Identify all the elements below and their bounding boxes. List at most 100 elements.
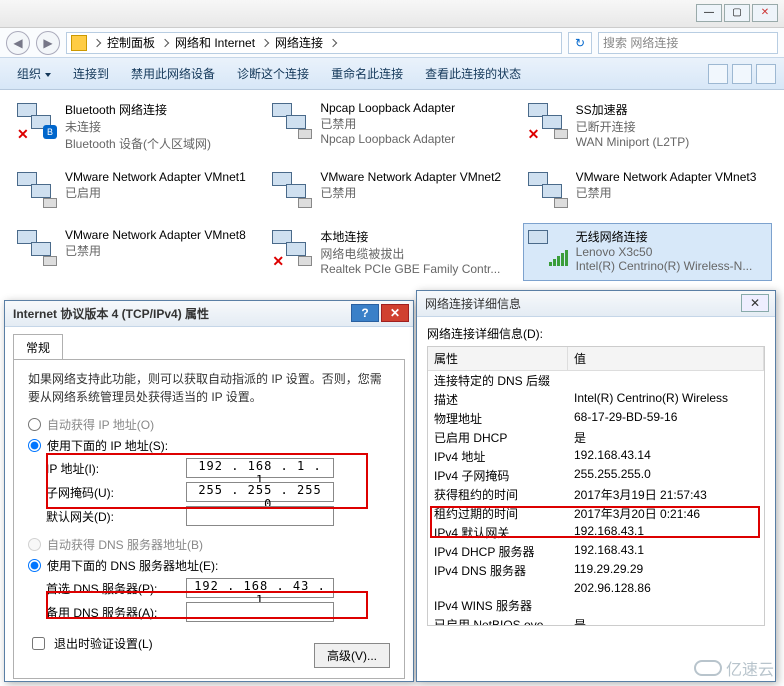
details-row[interactable]: IPv4 地址192.168.43.14: [428, 447, 764, 466]
connection-device: Intel(R) Centrino(R) Wireless-N...: [576, 259, 753, 273]
details-property: IPv4 WINS 服务器: [428, 596, 568, 615]
toolbar-diagnose[interactable]: 诊断这个连接: [228, 60, 318, 87]
details-value: [568, 596, 764, 615]
subnet-mask-input[interactable]: 255 . 255 . 255 . 0: [186, 482, 334, 502]
dns2-input[interactable]: [186, 602, 334, 622]
toolbar-viewstatus[interactable]: 查看此连接的状态: [416, 60, 530, 87]
connection-name: 本地连接: [320, 228, 500, 245]
address-bar: ◀ ▶ 控制面板 网络和 Internet 网络连接 ↻ 搜索 网络连接: [0, 28, 784, 58]
network-adapter-icon: [528, 170, 570, 210]
connection-item[interactable]: ✕本地连接网络电缆被拔出Realtek PCIe GBE Family Cont…: [267, 223, 516, 281]
details-property: IPv4 默认网关: [428, 523, 568, 542]
subnet-mask-label: 子网掩码(U):: [46, 484, 186, 501]
connection-name: VMware Network Adapter VMnet2: [320, 170, 501, 184]
details-property: IPv4 子网掩码: [428, 466, 568, 485]
connection-status: 网络电缆被拔出: [320, 245, 500, 262]
details-row[interactable]: IPv4 子网掩码255.255.255.0: [428, 466, 764, 485]
details-row[interactable]: 物理地址68-17-29-BD-59-16: [428, 409, 764, 428]
gateway-input[interactable]: [186, 506, 334, 526]
details-value: 2017年3月19日 21:57:43: [568, 485, 764, 504]
details-row[interactable]: IPv4 默认网关192.168.43.1: [428, 523, 764, 542]
connection-status: 未连接: [65, 118, 211, 135]
view-icon-1[interactable]: [708, 64, 728, 84]
connection-device: Bluetooth 设备(个人区域网): [65, 135, 211, 152]
details-value: 2017年3月20日 0:21:46: [568, 504, 764, 523]
toolbar-rename[interactable]: 重命名此连接: [322, 60, 412, 87]
toolbar-disable[interactable]: 禁用此网络设备: [122, 60, 224, 87]
refresh-button[interactable]: ↻: [568, 32, 592, 54]
view-icon-2[interactable]: [732, 64, 752, 84]
nav-forward-button[interactable]: ▶: [36, 31, 60, 55]
toolbar-connect[interactable]: 连接到: [64, 60, 118, 87]
details-row[interactable]: 描述Intel(R) Centrino(R) Wireless: [428, 390, 764, 409]
details-row[interactable]: IPv4 DHCP 服务器192.168.43.1: [428, 542, 764, 561]
details-value: 192.168.43.14: [568, 447, 764, 466]
connection-item[interactable]: VMware Network Adapter VMnet3已禁用: [523, 165, 772, 215]
connection-status: 已禁用: [320, 115, 455, 132]
connection-item[interactable]: 无线网络连接Lenovo X3c50Intel(R) Centrino(R) W…: [523, 223, 772, 281]
connection-device: Npcap Loopback Adapter: [320, 132, 455, 146]
details-row[interactable]: 已启用 NetBIOS ove...是: [428, 615, 764, 626]
details-row[interactable]: 202.96.128.86: [428, 580, 764, 596]
ip-address-input[interactable]: 192 . 168 . 1 . 1: [186, 458, 334, 478]
network-adapter-icon: [272, 101, 314, 141]
crumb-item[interactable]: 网络连接: [275, 34, 323, 51]
connection-name: Bluetooth 网络连接: [65, 101, 211, 118]
details-property: IPv4 地址: [428, 447, 568, 466]
connection-item[interactable]: ✕SS加速器已断开连接WAN Miniport (L2TP): [523, 96, 772, 157]
window-minimize[interactable]: —: [696, 4, 722, 22]
connection-item[interactable]: VMware Network Adapter VMnet2已禁用: [267, 165, 516, 215]
details-value: 119.29.29.29: [568, 561, 764, 580]
connection-item[interactable]: VMware Network Adapter VMnet8已禁用: [12, 223, 261, 281]
radio-auto-ip[interactable]: [28, 418, 41, 431]
radio-manual-dns[interactable]: [28, 559, 41, 572]
ipv4-properties-dialog: Internet 协议版本 4 (TCP/IPv4) 属性 ? ✕ 常规 如果网…: [4, 300, 414, 682]
details-property: 描述: [428, 390, 568, 409]
crumb-item[interactable]: 控制面板: [107, 34, 155, 51]
advanced-button[interactable]: 高级(V)...: [314, 643, 390, 668]
connection-device: WAN Miniport (L2TP): [576, 135, 690, 149]
details-row[interactable]: IPv4 WINS 服务器: [428, 596, 764, 615]
dialog-close-button[interactable]: ✕: [381, 304, 409, 322]
details-property: 物理地址: [428, 409, 568, 428]
radio-manual-ip[interactable]: [28, 439, 41, 452]
window-maximize[interactable]: ▢: [724, 4, 750, 22]
validate-checkbox-label: 退出时验证设置(L): [54, 635, 153, 652]
details-property: [428, 580, 568, 596]
crumb-item[interactable]: 网络和 Internet: [175, 34, 255, 51]
window-close[interactable]: ✕: [752, 4, 778, 22]
details-property: IPv4 DHCP 服务器: [428, 542, 568, 561]
network-adapter-icon: [17, 228, 59, 268]
details-row[interactable]: 连接特定的 DNS 后缀: [428, 371, 764, 390]
connection-status: 已禁用: [320, 184, 501, 201]
connection-item[interactable]: Npcap Loopback Adapter已禁用Npcap Loopback …: [267, 96, 516, 157]
dns2-label: 备用 DNS 服务器(A):: [46, 604, 186, 621]
dialog-title-text: Internet 协议版本 4 (TCP/IPv4) 属性: [13, 305, 209, 322]
tab-general[interactable]: 常规: [13, 334, 63, 360]
search-input[interactable]: 搜索 网络连接: [598, 32, 778, 54]
details-col-value[interactable]: 值: [568, 347, 764, 370]
dns1-input[interactable]: 192 . 168 . 43 . 1: [186, 578, 334, 598]
details-value: 192.168.43.1: [568, 523, 764, 542]
connection-item[interactable]: ✕BBluetooth 网络连接未连接Bluetooth 设备(个人区域网): [12, 96, 261, 157]
network-adapter-icon: [17, 170, 59, 210]
connection-name: 无线网络连接: [576, 228, 753, 245]
details-dialog-close-button[interactable]: ✕: [741, 294, 769, 312]
details-property: IPv4 DNS 服务器: [428, 561, 568, 580]
details-value: [568, 371, 764, 390]
details-property: 连接特定的 DNS 后缀: [428, 371, 568, 390]
details-col-property[interactable]: 属性: [428, 347, 568, 370]
help-icon[interactable]: [756, 64, 776, 84]
details-row[interactable]: IPv4 DNS 服务器119.29.29.29: [428, 561, 764, 580]
radio-auto-dns: [28, 538, 41, 551]
details-row[interactable]: 已启用 DHCP是: [428, 428, 764, 447]
details-row[interactable]: 租约过期的时间2017年3月20日 0:21:46: [428, 504, 764, 523]
toolbar-organize[interactable]: 组织: [8, 60, 60, 87]
connection-item[interactable]: VMware Network Adapter VMnet1已启用: [12, 165, 261, 215]
nav-back-button[interactable]: ◀: [6, 31, 30, 55]
dialog-help-button[interactable]: ?: [351, 304, 379, 322]
validate-checkbox[interactable]: [32, 637, 45, 650]
details-row[interactable]: 获得租约的时间2017年3月19日 21:57:43: [428, 485, 764, 504]
breadcrumb[interactable]: 控制面板 网络和 Internet 网络连接: [66, 32, 562, 54]
connection-status: 已断开连接: [576, 118, 690, 135]
